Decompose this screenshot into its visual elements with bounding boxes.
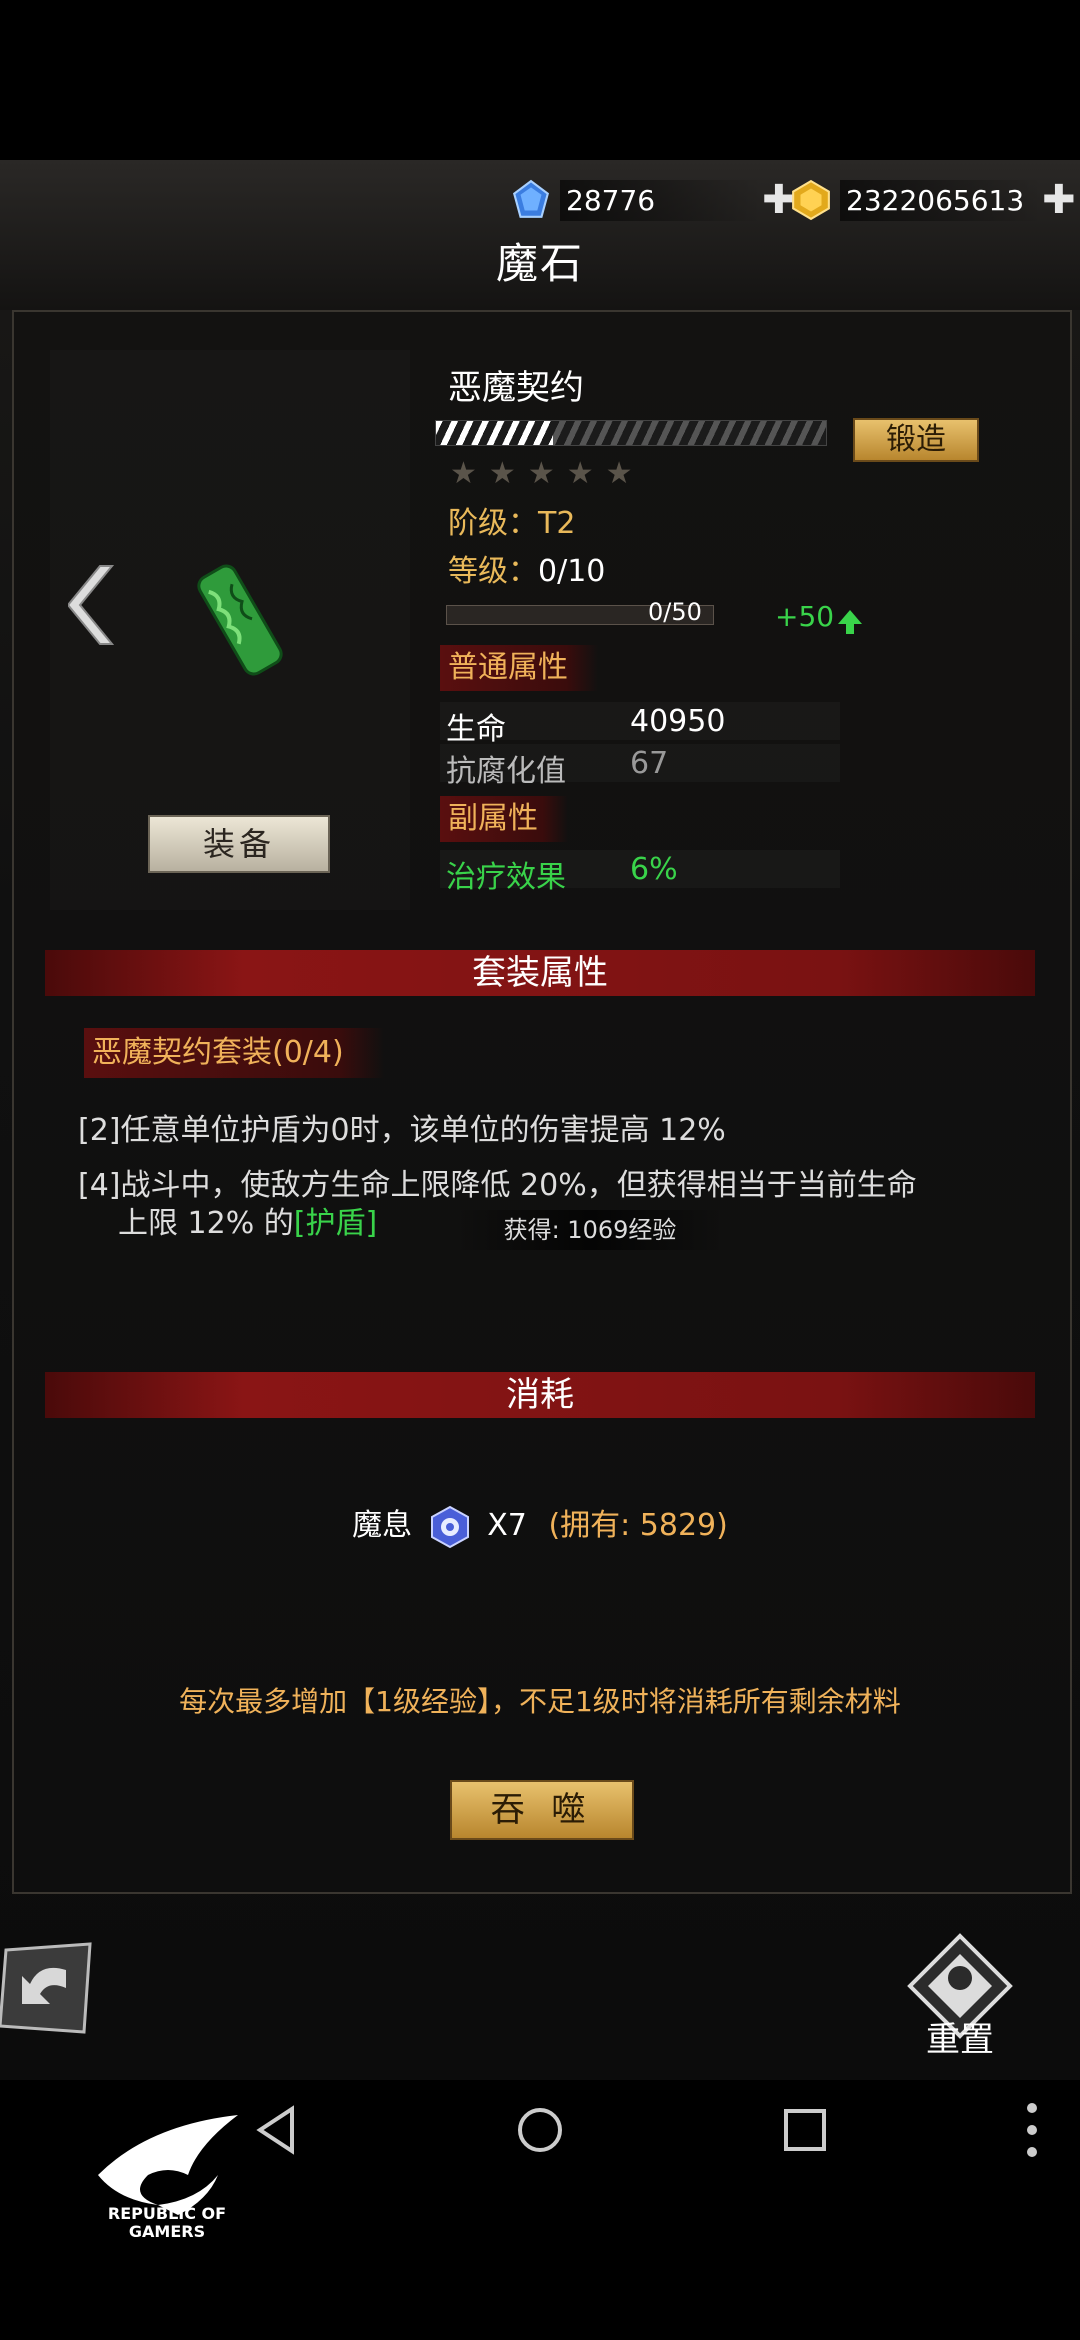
star-icon: ★ <box>605 456 645 491</box>
set-bonus-4-prefix: [4] <box>78 1168 121 1203</box>
forge-progress-bar <box>435 420 827 446</box>
material-cost: 魔息 X7 (拥有: 5829) <box>0 1500 1080 1549</box>
exp-gain-toast: 获得: 1069经验 <box>455 1210 725 1250</box>
sub-attributes-title: 副属性 <box>440 796 568 842</box>
rog-brand-text: REPUBLIC OF GAMERS <box>92 2205 242 2241</box>
star-icon: ★ <box>450 456 489 491</box>
forge-button[interactable]: 锻造 <box>853 418 979 462</box>
set-bonus-2-prefix: [2] <box>78 1113 121 1148</box>
devour-button[interactable]: 吞 噬 <box>450 1780 634 1840</box>
nav-back-icon[interactable] <box>252 2105 302 2155</box>
xp-text: 0/50 <box>648 598 702 626</box>
xp-gain-value: +50 <box>775 600 835 633</box>
tier-info: 阶级：T2 <box>448 498 575 542</box>
star-rating: ★★★★★ <box>450 456 645 491</box>
sub-attribute-row: 治疗效果 6% <box>440 850 840 895</box>
attribute-row: 抗腐化值 67 <box>440 744 840 789</box>
blue-gem-currency: 28776 ✚ <box>510 178 796 222</box>
arrow-up-icon <box>838 610 863 634</box>
equip-button[interactable]: 装备 <box>148 815 330 873</box>
material-name: 魔息 <box>352 1508 413 1543</box>
attribute-key: 生命 <box>446 712 506 747</box>
set-name: 恶魔契约套装(0/4) <box>84 1028 384 1078</box>
sub-attribute-value: 6% <box>630 852 678 887</box>
set-bonus-4-text-cont: 上限 12% 的 <box>118 1206 294 1241</box>
xp-gain: +50 <box>775 600 863 634</box>
level-label: 等级： <box>448 554 538 589</box>
blue-gem-value: 28776 <box>560 179 762 221</box>
game-screen: 28776 ✚ 2322065613 ✚ 魔石 装备 恶魔契约 锻造 ★★★★★ <box>0 160 1080 2080</box>
forge-progress-fill <box>436 421 553 445</box>
set-attributes-header: 套装属性 <box>45 950 1035 996</box>
attribute-value: 67 <box>630 746 669 781</box>
shield-keyword[interactable]: [护盾] <box>294 1206 377 1241</box>
page-title: 魔石 <box>495 239 584 288</box>
material-quantity: X7 <box>487 1508 527 1543</box>
nav-recents-icon[interactable] <box>780 2105 830 2155</box>
level-value: 0/10 <box>538 554 606 589</box>
tier-value: T2 <box>538 506 576 541</box>
consume-title: 消耗 <box>506 1375 574 1415</box>
consume-header: 消耗 <box>45 1372 1035 1418</box>
gold-gem-value: 2322065613 <box>840 179 1042 221</box>
add-gold-gem-button[interactable]: ✚ <box>1042 180 1076 220</box>
normal-attributes-title: 普通属性 <box>440 645 598 691</box>
attribute-row: 生命 40950 <box>440 702 840 747</box>
top-bar: 28776 ✚ 2322065613 ✚ 魔石 <box>0 160 1080 310</box>
demon-breath-icon <box>430 1505 469 1548</box>
set-bonus-2: [2]任意单位护盾为0时，该单位的伤害提高 12% <box>78 1105 726 1149</box>
rog-text-line-2: GAMERS <box>128 2222 206 2241</box>
more-vertical-icon[interactable] <box>1020 2100 1044 2160</box>
attribute-key: 抗腐化值 <box>446 754 566 789</box>
set-attributes-title: 套装属性 <box>472 953 608 993</box>
gold-gem-icon <box>792 179 830 221</box>
consume-notice: 每次最多增加【1级经验】，不足1级时将消耗所有剩余材料 <box>179 1685 901 1718</box>
star-icon: ★ <box>488 456 528 491</box>
star-icon: ★ <box>527 456 567 491</box>
rog-text-line-1: REPUBLIC OF <box>107 2204 227 2223</box>
nav-home-icon[interactable] <box>515 2105 565 2155</box>
demon-stone-item-icon <box>197 564 283 676</box>
blue-gem-icon <box>512 179 550 218</box>
material-owned: (拥有: 5829) <box>548 1508 728 1543</box>
attribute-value: 40950 <box>630 704 726 739</box>
back-arrow-icon[interactable] <box>0 1940 96 2036</box>
item-name: 恶魔契约 <box>448 368 584 408</box>
reset-label[interactable]: 重置 <box>900 2012 1020 2061</box>
set-bonus-4-cont: 上限 12% 的[护盾] <box>118 1198 377 1242</box>
sub-attribute-key: 治疗效果 <box>446 860 566 895</box>
gold-gem-currency: 2322065613 ✚ <box>790 178 1076 222</box>
set-bonus-2-text: 任意单位护盾为0时，该单位的伤害提高 12% <box>120 1113 726 1148</box>
star-icon: ★ <box>566 456 606 491</box>
level-info: 等级：0/10 <box>448 546 605 590</box>
chevron-left-icon[interactable] <box>68 560 124 650</box>
tier-label: 阶级： <box>448 506 538 541</box>
